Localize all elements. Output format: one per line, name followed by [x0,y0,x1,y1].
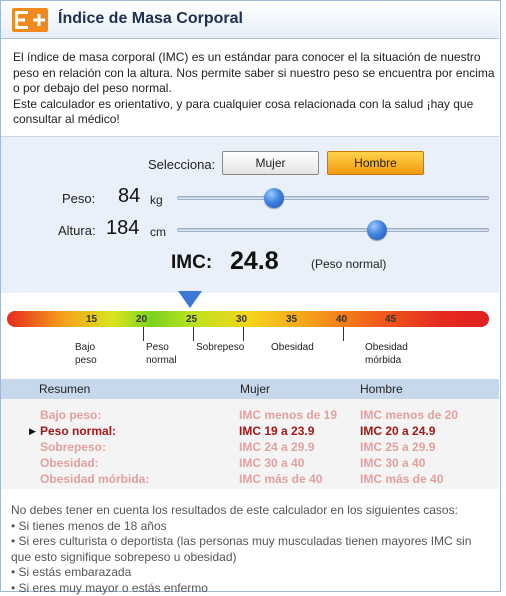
scale-tick [143,327,144,341]
summary-row-category: Bajo peso: [40,408,101,422]
gender-select-label: Selecciona: [148,157,215,172]
summary-row-hombre: IMC más de 40 [360,472,443,486]
height-value: 184 [106,217,139,240]
notes-item: • Si tienes menos de 18 años [11,519,497,535]
mujer-button[interactable]: Mujer [222,151,319,175]
summary-row-hombre: IMC 20 a 24.9 [360,424,435,438]
height-label: Altura: [58,223,96,238]
weight-label: Peso: [62,191,95,206]
category-bajo-peso: Bajopeso [75,341,97,367]
category-peso-normal: Pesonormal [146,341,177,367]
scale-tick [343,327,344,341]
intro-paragraph-2: Este calculador es orientativo, y para c… [13,97,495,128]
weight-slider-handle[interactable] [264,188,284,208]
summary-row-mujer: IMC 24 a 29.9 [239,440,314,454]
bmi-color-scale [7,311,489,327]
category-obesidad: Obesidad [271,341,314,354]
summary-row-hombre: IMC 30 a 40 [360,456,425,470]
summary-row-mujer: IMC 30 a 40 [239,456,304,470]
imc-status: (Peso normal) [311,257,386,271]
imc-value: 24.8 [230,247,279,276]
bmi-pointer-arrow-icon [178,291,202,308]
summary-row-hombre: IMC 25 a 29.9 [360,440,435,454]
disclaimer-notes: No debes tener en cuenta los resultados … [11,503,497,596]
scale-number-15: 15 [86,314,97,325]
summary-col-mujer: Mujer [240,382,270,396]
summary-row-category: Obesidad mórbida: [40,472,149,486]
scale-number-20: 20 [136,314,147,325]
notes-item: • Si eres culturista o deportista (las p… [11,534,497,550]
scale-number-35: 35 [286,314,297,325]
weight-value: 84 [118,185,140,208]
summary-row-hombre: IMC menos de 20 [360,408,458,422]
intro-text: El índice de masa corporal (IMC) es un e… [13,50,495,128]
plus-logo-icon [12,8,48,32]
height-slider-track[interactable] [177,228,489,232]
notes-item: • Si estás embarazada [11,565,497,581]
weight-slider-track[interactable] [177,196,489,200]
scale-number-45: 45 [385,314,396,325]
category-obesidad-morbida: Obesidadmórbida [365,341,408,367]
page-title: Índice de Masa Corporal [58,10,243,28]
title-bar: Índice de Masa Corporal [1,1,499,39]
summary-header: Resumen Mujer Hombre [1,379,499,399]
summary-col-hombre: Hombre [360,382,403,396]
weight-unit: kg [150,193,163,207]
imc-label: IMC: [171,252,212,274]
height-unit: cm [150,225,166,239]
summary-row-mujer: IMC menos de 19 [239,408,337,422]
notes-item: que esto signifique sobrepeso u obesidad… [11,550,497,566]
scale-tick [243,327,244,341]
intro-paragraph-1: El índice de masa corporal (IMC) es un e… [13,50,495,97]
height-slider-handle[interactable] [367,220,387,240]
summary-row-category: Peso normal: [40,424,116,438]
scale-tick [193,327,194,341]
summary-row-mujer: IMC más de 40 [239,472,322,486]
scale-number-40: 40 [336,314,347,325]
notes-item: • Si eres muy mayor o estás enfermo [11,581,497,596]
scale-number-25: 25 [186,314,197,325]
summary-row-mujer: IMC 19 a 23.9 [239,424,314,438]
current-row-marker-icon: ▶ [29,426,36,437]
scale-number-30: 30 [236,314,247,325]
summary-col-resumen: Resumen [39,382,90,396]
hombre-button[interactable]: Hombre [327,151,424,175]
summary-row-category: Sobrepeso: [40,440,106,454]
notes-intro: No debes tener en cuenta los resultados … [11,503,497,519]
category-sobrepeso: Sobrepeso [196,341,244,354]
summary-row-category: Obesidad: [40,456,99,470]
